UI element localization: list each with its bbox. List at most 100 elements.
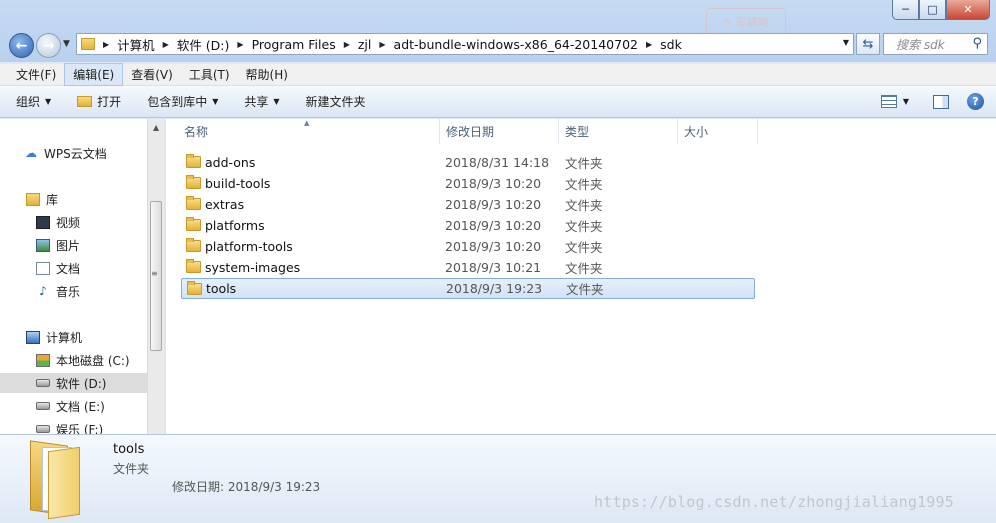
file-row-platforms[interactable]: platforms 2018/9/3 10:20 文件夹: [181, 215, 755, 236]
drive-icon: [36, 425, 50, 433]
nav-item-documents[interactable]: 文档: [36, 258, 80, 278]
chevron-right-icon[interactable]: ▶: [237, 40, 243, 49]
menu-edit[interactable]: 编辑(E): [64, 63, 124, 86]
file-name: add-ons: [205, 155, 256, 170]
ghost-stamp: ✎ 写稿略: [706, 8, 786, 36]
recent-locations-dropdown[interactable]: ▼: [63, 39, 70, 49]
nav-item-drive-d[interactable]: 软件 (D:): [0, 373, 147, 393]
column-header-type[interactable]: 类型: [559, 119, 678, 144]
open-button[interactable]: 打开: [77, 93, 121, 110]
nav-item-drive-c[interactable]: 本地磁盘 (C:): [36, 350, 130, 370]
chevron-right-icon[interactable]: ▶: [103, 40, 109, 49]
window-controls: ─ □ ✕: [892, 0, 990, 20]
column-header-name[interactable]: 名称: [178, 119, 440, 144]
menu-view[interactable]: 查看(V): [123, 64, 181, 85]
nav-label: 视频: [56, 215, 81, 230]
share-button[interactable]: 共享 ▼: [244, 93, 279, 110]
chevron-down-icon: ▼: [273, 97, 280, 106]
file-type: 文件夹: [565, 156, 603, 171]
chevron-right-icon[interactable]: ▶: [163, 40, 169, 49]
new-folder-label: 新建文件夹: [305, 95, 366, 109]
minimize-button[interactable]: ─: [892, 0, 919, 20]
file-row-add-ons[interactable]: add-ons 2018/8/31 14:18 文件夹: [181, 152, 755, 173]
details-pane: tools 文件夹 修改日期: 2018/9/3 19:23 https://b…: [0, 434, 996, 523]
menu-file[interactable]: 文件(F): [8, 64, 64, 85]
cloud-icon: ☁: [25, 146, 37, 160]
picture-icon: [36, 238, 50, 252]
nav-item-library[interactable]: 库: [26, 189, 58, 209]
column-header-date[interactable]: 修改日期: [440, 119, 559, 144]
drive-icon: [36, 379, 50, 387]
folder-icon: [186, 259, 201, 273]
file-date: 2018/9/3 10:20: [445, 197, 542, 212]
file-row-platform-tools[interactable]: platform-tools 2018/9/3 10:20 文件夹: [181, 236, 755, 257]
chevron-right-icon[interactable]: ▶: [646, 40, 652, 49]
file-type: 文件夹: [565, 177, 603, 192]
drive-icon: [36, 402, 50, 410]
organize-button[interactable]: 组织 ▼: [16, 93, 51, 110]
nav-label: 图片: [56, 238, 81, 253]
file-row-tools[interactable]: tools 2018/9/3 19:23 文件夹: [181, 278, 755, 299]
nav-label: 音乐: [56, 284, 81, 299]
search-input[interactable]: 搜索 sdk ⚲: [883, 33, 988, 55]
folder-icon: [186, 175, 201, 189]
column-header-size[interactable]: 大小: [678, 119, 758, 144]
computer-icon: [26, 330, 40, 344]
file-type: 文件夹: [565, 240, 603, 255]
chevron-right-icon[interactable]: ▶: [379, 40, 385, 49]
arrow-left-icon: ←: [15, 37, 28, 54]
share-label: 共享: [244, 95, 269, 109]
folder-icon: [186, 154, 201, 168]
breadcrumb-computer[interactable]: 计算机: [117, 35, 155, 54]
navigation-scrollbar[interactable]: ▲ ≡: [147, 119, 164, 434]
forward-button[interactable]: →: [36, 33, 61, 58]
nav-item-wps-cloud[interactable]: ☁ WPS云文档: [24, 143, 107, 163]
scroll-up-icon[interactable]: ▲: [153, 123, 159, 132]
breadcrumb-sdk[interactable]: sdk: [660, 37, 682, 52]
address-bar[interactable]: ▶ 计算机 ▶ 软件 (D:) ▶ Program Files ▶ zjl ▶ …: [76, 33, 854, 55]
maximize-button[interactable]: □: [919, 0, 946, 20]
file-type: 文件夹: [565, 198, 603, 213]
folder-icon: [30, 439, 80, 520]
refresh-button[interactable]: ⇆: [856, 33, 880, 55]
nav-item-drive-f[interactable]: 娱乐 (F:): [36, 419, 103, 434]
view-options-icon[interactable]: [880, 95, 897, 108]
nav-item-drive-e[interactable]: 文档 (E:): [36, 396, 105, 416]
file-row-build-tools[interactable]: build-tools 2018/9/3 10:20 文件夹: [181, 173, 755, 194]
help-icon[interactable]: ?: [967, 93, 984, 110]
file-type: 文件夹: [565, 261, 603, 276]
chevron-down-icon[interactable]: ▼: [903, 97, 909, 106]
file-row-extras[interactable]: extras 2018/9/3 10:20 文件夹: [181, 194, 755, 215]
breadcrumb-program-files[interactable]: Program Files: [252, 37, 336, 52]
file-row-system-images[interactable]: system-images 2018/9/3 10:21 文件夹: [181, 257, 755, 278]
nav-item-pictures[interactable]: 图片: [36, 235, 80, 255]
menu-help[interactable]: 帮助(H): [238, 64, 296, 85]
nav-item-videos[interactable]: 视频: [36, 212, 80, 232]
open-label: 打开: [97, 95, 122, 109]
new-folder-button[interactable]: 新建文件夹: [306, 93, 366, 110]
include-in-library-button[interactable]: 包含到库中 ▼: [147, 93, 218, 110]
nav-label: 库: [46, 192, 59, 207]
music-icon: ♪: [39, 284, 47, 298]
chevron-down-icon[interactable]: ▼: [843, 38, 849, 47]
nav-label: 文档 (E:): [56, 399, 105, 414]
nav-label: 软件 (D:): [56, 376, 107, 391]
nav-item-computer[interactable]: 计算机: [26, 327, 82, 347]
breadcrumb-zjl[interactable]: zjl: [358, 37, 372, 52]
navigation-pane: ☁ WPS云文档 库 视频 图片 文档 ♪ 音乐 计算机 本地磁盘 (C:) 软…: [0, 119, 147, 434]
file-date: 2018/9/3 19:23: [446, 281, 543, 296]
breadcrumb-adt-bundle[interactable]: adt-bundle-windows-x86_64-20140702: [394, 37, 638, 52]
include-library-label: 包含到库中: [147, 95, 208, 109]
selected-item-modified: 修改日期: 2018/9/3 19:23: [172, 480, 321, 494]
selected-item-type: 文件夹: [113, 462, 150, 476]
file-list: ▲ 名称 修改日期 类型 大小 add-ons 2018/8/31 14:18 …: [166, 119, 996, 434]
nav-item-music[interactable]: ♪ 音乐: [36, 281, 80, 301]
back-button[interactable]: ←: [9, 33, 34, 58]
chevron-right-icon[interactable]: ▶: [344, 40, 350, 49]
menu-tools[interactable]: 工具(T): [181, 64, 238, 85]
preview-pane-icon[interactable]: [933, 94, 949, 109]
close-button[interactable]: ✕: [946, 0, 990, 20]
breadcrumb-drive-d[interactable]: 软件 (D:): [177, 35, 230, 54]
search-icon[interactable]: ⚲: [972, 36, 982, 51]
file-date: 2018/9/3 10:20: [445, 176, 542, 191]
